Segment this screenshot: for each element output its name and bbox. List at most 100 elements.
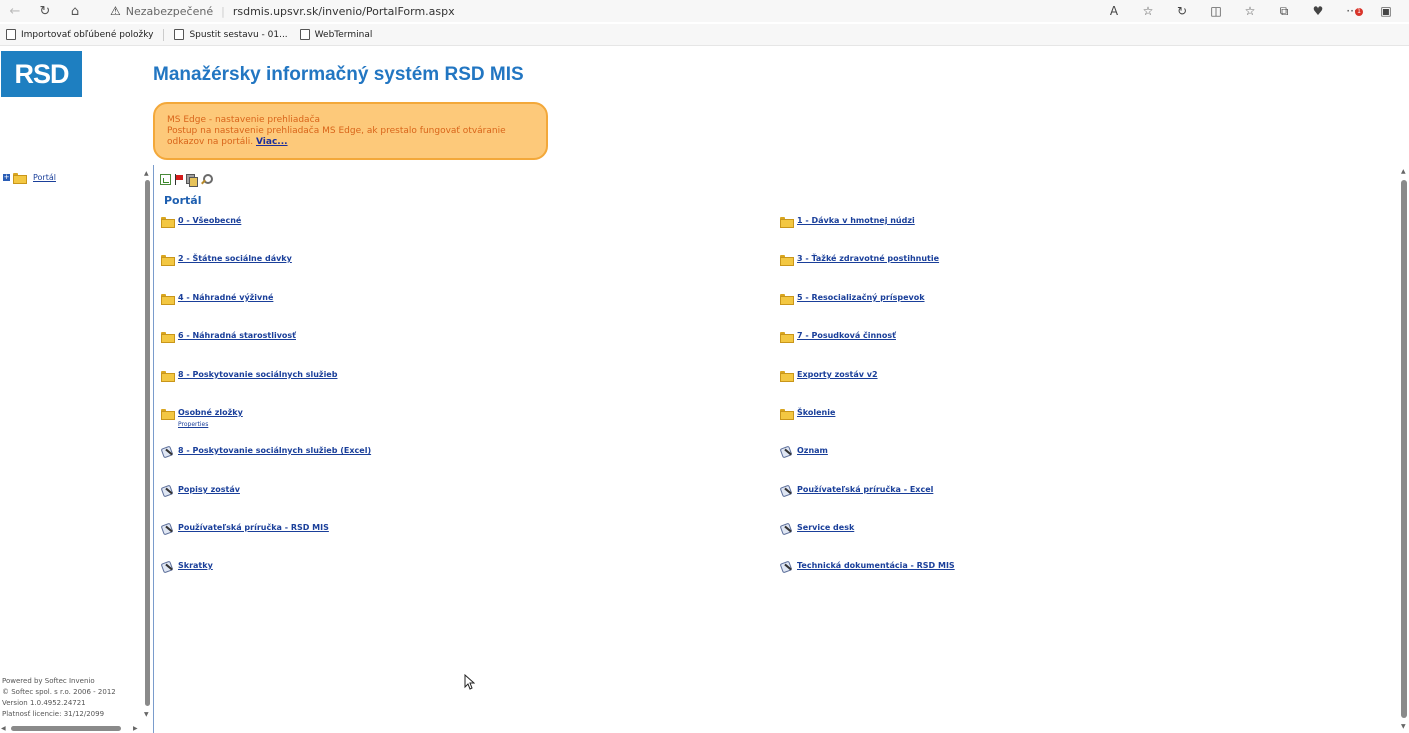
scroll-down-icon[interactable]: ▼ (144, 711, 149, 718)
portal-link[interactable]: 4 - Náhradné výživné (178, 293, 273, 303)
back-icon[interactable]: ← (0, 0, 30, 22)
favorite-star-icon[interactable]: ☆ (1131, 4, 1165, 18)
list-item: Service desk (780, 523, 854, 534)
list-item: Školenie (780, 408, 835, 420)
favorite-label: WebTerminal (314, 29, 373, 40)
pane-divider[interactable] (153, 165, 154, 733)
security-status: Nezabezpečené (125, 4, 214, 18)
list-item: 6 - Náhradná starostlivosť (161, 331, 296, 343)
scroll-up-icon[interactable]: ▲ (1401, 168, 1406, 175)
scroll-up-icon[interactable]: ▲ (144, 170, 149, 177)
notice-title: MS Edge - nastavenie prehliadača (167, 115, 321, 125)
shortcut-icon (780, 523, 792, 534)
folder-icon (161, 332, 175, 343)
flag-icon[interactable] (174, 174, 183, 185)
sidebar-toggle-icon[interactable]: ▣ (1369, 4, 1403, 18)
list-item: Technická dokumentácia - RSD MIS (780, 561, 955, 572)
page-icon (174, 29, 185, 40)
portal-link[interactable]: 1 - Dávka v hmotnej núdzi (797, 216, 915, 226)
portal-link[interactable]: 8 - Poskytovanie sociálnych služieb (Exc… (178, 446, 371, 456)
warning-icon: ⚠ (110, 4, 121, 18)
list-item: 8 - Poskytovanie sociálnych služieb (161, 370, 337, 382)
favorite-spustit-sestavu[interactable]: Spustit sestavu - 01... (168, 29, 293, 40)
scroll-right-icon[interactable]: ▶ (133, 725, 138, 732)
list-item: Skratky (161, 561, 213, 572)
more-icon[interactable]: ··· 1 (1335, 4, 1369, 18)
extension-icon[interactable]: ↻ (1165, 4, 1199, 18)
favorite-webterminal[interactable]: WebTerminal (294, 29, 379, 40)
browser-tools: A ☆ ↻ ◫ ☆ ⧉ ♥ ··· 1 ▣ (1097, 0, 1403, 22)
split-screen-icon[interactable]: ◫ (1199, 4, 1233, 18)
portal-link[interactable]: Oznam (797, 446, 828, 456)
portal-link[interactable]: Exporty zostáv v2 (797, 370, 878, 380)
list-item: 1 - Dávka v hmotnej núdzi (780, 216, 915, 228)
tree-item-portal[interactable]: Portál (33, 173, 56, 182)
portal-link[interactable]: 8 - Poskytovanie sociálnych služieb (178, 370, 337, 380)
notice-box: MS Edge - nastavenie prehliadača Postup … (153, 102, 548, 160)
page-icon (299, 29, 310, 40)
copy-icon[interactable] (186, 174, 198, 187)
reload-icon[interactable]: ↻ (30, 0, 60, 22)
scroll-left-icon[interactable]: ◀ (1, 725, 6, 732)
properties-link[interactable]: Properties (178, 420, 243, 430)
notice-more-link[interactable]: Viac... (256, 137, 288, 147)
scrollbar-thumb[interactable] (11, 726, 121, 731)
left-pane-vertical-scrollbar[interactable]: ▲ ▼ (143, 170, 151, 720)
portal-link[interactable]: 0 - Všeobecné (178, 216, 241, 226)
folder-icon (780, 332, 794, 343)
read-aloud-icon[interactable]: A (1097, 4, 1131, 18)
footer-line: Powered by Softec Invenio (2, 677, 95, 685)
scroll-down-icon[interactable]: ▼ (1401, 723, 1406, 730)
list-item: 5 - Resocializačný príspevok (780, 293, 925, 305)
footer-info: Powered by Softec Invenio © Softec spol.… (2, 676, 116, 720)
folder-icon (780, 409, 794, 420)
portal-link[interactable]: Používateľská príručka - Excel (797, 485, 933, 495)
portal-link[interactable]: 6 - Náhradná starostlivosť (178, 331, 296, 341)
folder-icon (780, 371, 794, 382)
address-bar[interactable]: ⚠ Nezabezpečené | rsdmis.upsvr.sk/inveni… (102, 1, 1102, 21)
portal-link[interactable]: Technická dokumentácia - RSD MIS (797, 561, 955, 571)
favorites-icon[interactable]: ☆ (1233, 4, 1267, 18)
list-item: 4 - Náhradné výživné (161, 293, 273, 305)
import-icon (6, 29, 16, 40)
portal-link[interactable]: Používateľská príručka - RSD MIS (178, 523, 329, 533)
list-item: Exporty zostáv v2 (780, 370, 878, 382)
list-item: Popisy zostáv (161, 485, 240, 496)
favorite-import[interactable]: Importovať obľúbené položky (0, 29, 159, 40)
browser-essentials-icon[interactable]: ♥ (1301, 4, 1335, 18)
portal-link[interactable]: Popisy zostáv (178, 485, 240, 495)
left-pane-horizontal-scrollbar[interactable]: ◀ ▶ (0, 724, 143, 733)
folder-icon (13, 173, 27, 184)
shortcut-icon (161, 485, 173, 496)
home-icon[interactable]: ⌂ (60, 0, 90, 22)
browser-toolbar: ← ↻ ⌂ ⚠ Nezabezpečené | rsdmis.upsvr.sk/… (0, 0, 1409, 22)
portal-link[interactable]: 5 - Resocializačný príspevok (797, 293, 925, 303)
folder-icon (161, 371, 175, 382)
portal-link[interactable]: 7 - Posudková činnosť (797, 331, 896, 341)
search-icon[interactable] (200, 174, 213, 185)
portal-link[interactable]: Osobné zložky (178, 408, 243, 417)
portal-link[interactable]: Service desk (797, 523, 854, 533)
portal-link[interactable]: Skratky (178, 561, 213, 571)
portal-link[interactable]: 3 - Ťažké zdravotné postihnutie (797, 254, 939, 264)
portal-link[interactable]: Školenie (797, 408, 835, 418)
folder-icon (780, 217, 794, 228)
list-item: Osobné zložky Properties (161, 408, 243, 430)
document-icon[interactable] (160, 174, 171, 185)
portal-link[interactable]: 2 - Štátne sociálne dávky (178, 254, 292, 264)
footer-line: © Softec spol. s r.o. 2006 - 2012 (2, 688, 116, 696)
scrollbar-thumb[interactable] (1401, 180, 1407, 718)
favorite-label: Importovať obľúbené položky (21, 29, 154, 40)
folder-icon (161, 217, 175, 228)
shortcut-icon (161, 561, 173, 572)
shortcut-icon (161, 446, 173, 457)
scrollbar-thumb[interactable] (145, 180, 150, 706)
shortcut-icon (780, 446, 792, 457)
navigation-tree: + Portál (3, 172, 56, 184)
collections-icon[interactable]: ⧉ (1267, 4, 1301, 19)
shortcut-icon (780, 561, 792, 572)
content-vertical-scrollbar[interactable]: ▲ ▼ (1399, 168, 1409, 733)
expand-icon[interactable]: + (3, 173, 10, 181)
notice-text: Postup na nastavenie prehliadača MS Edge… (167, 126, 506, 147)
list-item: 8 - Poskytovanie sociálnych služieb (Exc… (161, 446, 371, 457)
